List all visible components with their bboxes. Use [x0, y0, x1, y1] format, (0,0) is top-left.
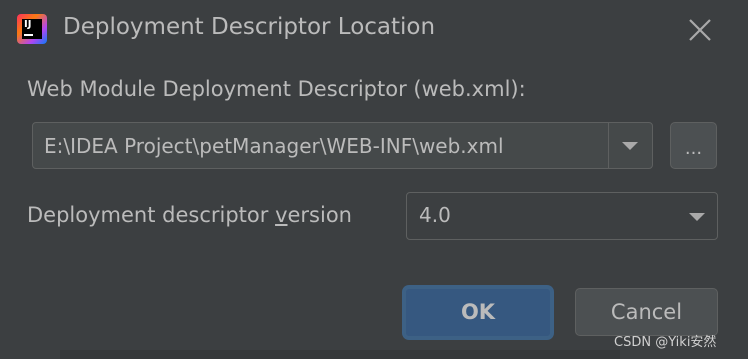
deployment-descriptor-dialog: IJ Deployment Descriptor Location Web Mo…: [0, 0, 748, 359]
descriptor-path-combo[interactable]: [32, 122, 653, 169]
descriptor-path-input[interactable]: [33, 123, 608, 168]
close-icon[interactable]: [684, 14, 716, 46]
chevron-down-icon[interactable]: [608, 123, 652, 168]
browse-button[interactable]: ...: [670, 122, 717, 169]
dialog-title: Deployment Descriptor Location: [63, 14, 436, 40]
background-window-edge: [60, 350, 620, 359]
intellij-logo-icon: IJ: [17, 14, 47, 44]
version-label: Deployment descriptor version: [27, 203, 352, 227]
watermark: CSDN @Yiki安然: [614, 335, 717, 350]
chevron-down-icon: [687, 207, 707, 227]
version-select[interactable]: 4.0: [406, 192, 718, 240]
ok-button[interactable]: OK: [404, 287, 552, 338]
cancel-button[interactable]: Cancel: [575, 288, 718, 336]
descriptor-label: Web Module Deployment Descriptor (web.xm…: [27, 77, 526, 101]
version-selected-value: 4.0: [419, 203, 451, 227]
title-bar: IJ Deployment Descriptor Location: [0, 0, 748, 58]
